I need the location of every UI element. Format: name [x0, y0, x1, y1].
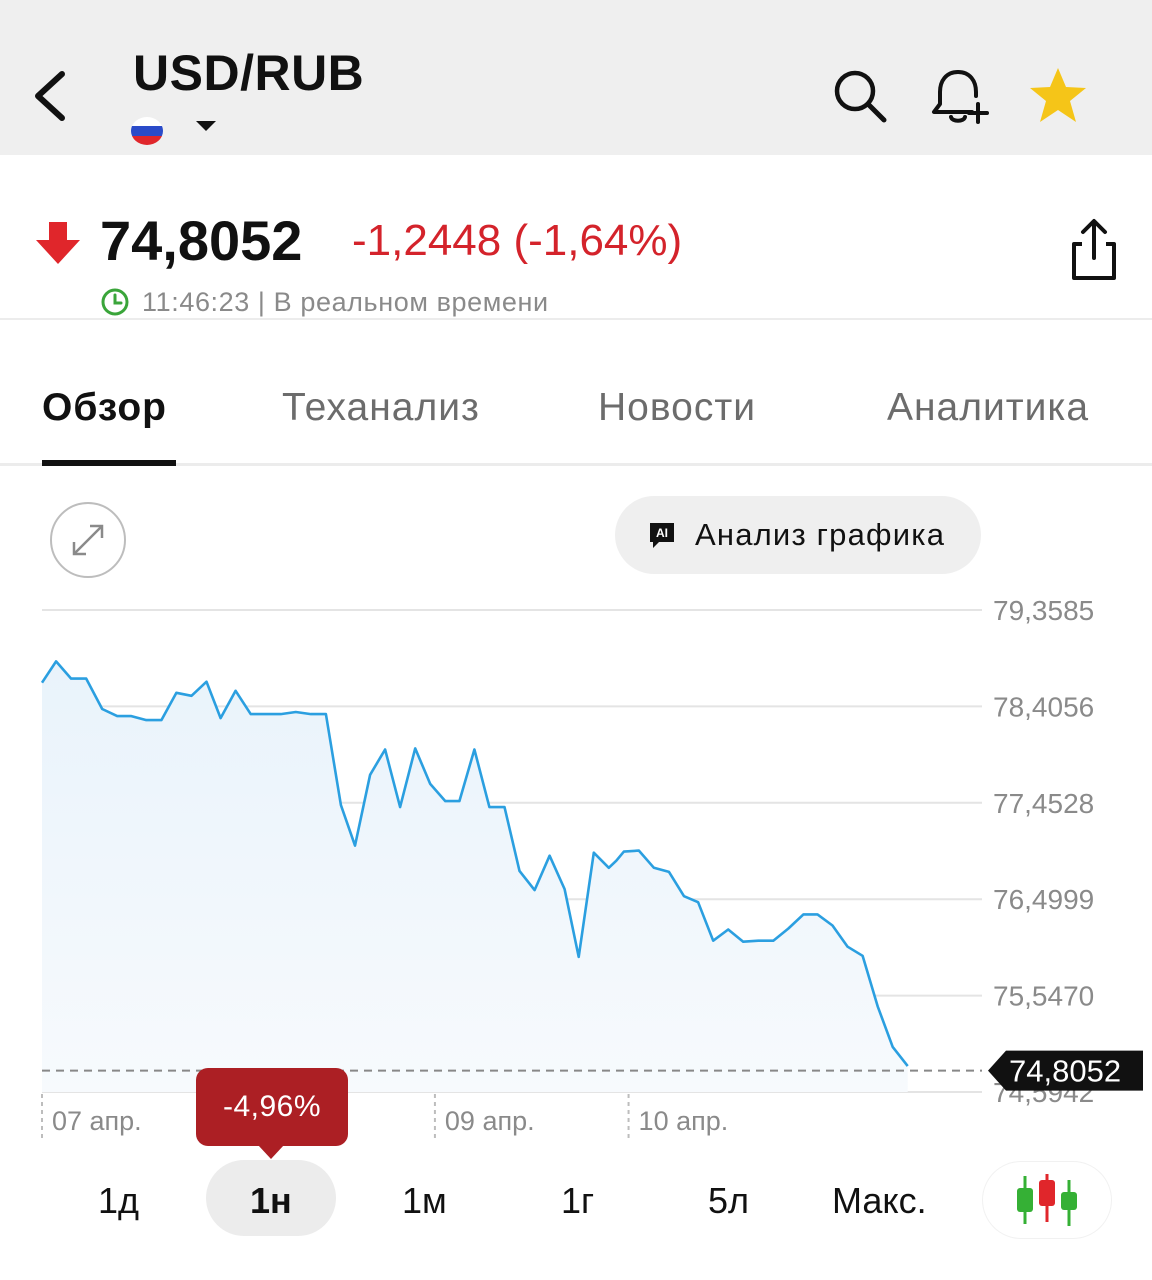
arrow-down-icon — [36, 222, 80, 264]
price-chart[interactable]: 79,358578,405677,452876,499975,547074,59… — [0, 590, 1152, 1150]
chart-x-ticks: 07 апр.08 апр.09 апр.10 апр. — [52, 1106, 728, 1136]
search-button[interactable] — [828, 64, 892, 128]
chart-analysis-label: Анализ графика — [695, 517, 946, 552]
tab-analytics[interactable]: Аналитика — [887, 386, 1089, 430]
quote-status: | В реальном времени — [257, 286, 549, 317]
range-1y[interactable]: 1г — [561, 1180, 594, 1222]
quote-time: 11:46:23 | В реальном времени — [100, 285, 549, 319]
range-1d[interactable]: 1д — [98, 1180, 139, 1222]
x-tick-label: 09 апр. — [445, 1106, 535, 1136]
back-chevron-icon — [35, 71, 65, 121]
ai-badge-icon: AI — [650, 523, 674, 548]
x-tick-label: 07 апр. — [52, 1106, 142, 1136]
tab-overview[interactable]: Обзор — [42, 386, 167, 430]
x-tick-label: 10 апр. — [639, 1106, 729, 1136]
chart-y-ticks: 79,358578,405677,452876,499975,547074,59… — [993, 595, 1094, 1108]
current-price-tag: 74,8052 — [988, 1050, 1143, 1091]
search-icon — [834, 70, 887, 123]
range-1m[interactable]: 1м — [402, 1180, 447, 1222]
range-max[interactable]: Макс. — [832, 1180, 927, 1222]
exchange-dropdown-icon[interactable] — [196, 121, 216, 131]
period-change-badge: -4,96% — [196, 1068, 348, 1159]
back-button[interactable] — [28, 62, 76, 132]
tab-technical[interactable]: Теханализ — [282, 386, 480, 430]
quote-timestamp: 11:46:23 — [142, 286, 250, 317]
russia-flag-icon[interactable] — [131, 117, 163, 145]
expand-icon — [72, 524, 104, 556]
quote-row: 74,8052 -1,2448 (-1,64%) — [0, 200, 1152, 280]
star-icon — [1030, 68, 1086, 122]
y-tick-label: 78,4056 — [993, 691, 1094, 722]
add-alert-button[interactable] — [926, 64, 990, 128]
divider — [0, 318, 1152, 320]
share-button[interactable] — [1066, 216, 1122, 282]
y-tick-label: 77,4528 — [993, 788, 1094, 819]
price-change: -1,2448 (-1,64%) — [352, 216, 683, 265]
range-1w[interactable]: 1н — [250, 1180, 292, 1222]
share-icon — [1072, 219, 1116, 280]
range-5y[interactable]: 5л — [708, 1180, 749, 1222]
candlestick-icon — [1017, 1174, 1077, 1226]
ai-badge-text: AI — [656, 526, 668, 540]
chart-type-button[interactable] — [983, 1162, 1111, 1238]
y-tick-label: 79,3585 — [993, 595, 1094, 626]
expand-chart-button[interactable] — [50, 502, 126, 578]
top-bar: USD/RUB — [0, 0, 1152, 155]
active-tab-indicator — [42, 460, 176, 466]
chart-area — [42, 661, 908, 1092]
favorite-button[interactable] — [1026, 64, 1090, 128]
y-tick-label: 75,5470 — [993, 981, 1094, 1012]
current-price-label: 74,8052 — [1009, 1054, 1121, 1089]
instrument-title: USD/RUB — [133, 45, 365, 101]
y-tick-label: 76,4999 — [993, 884, 1094, 915]
tab-news[interactable]: Новости — [598, 386, 756, 430]
clock-icon — [101, 288, 129, 316]
bell-plus-icon — [932, 70, 989, 124]
last-price: 74,8052 — [100, 209, 303, 272]
chart-analysis-button[interactable]: AI Анализ графика — [615, 496, 981, 574]
